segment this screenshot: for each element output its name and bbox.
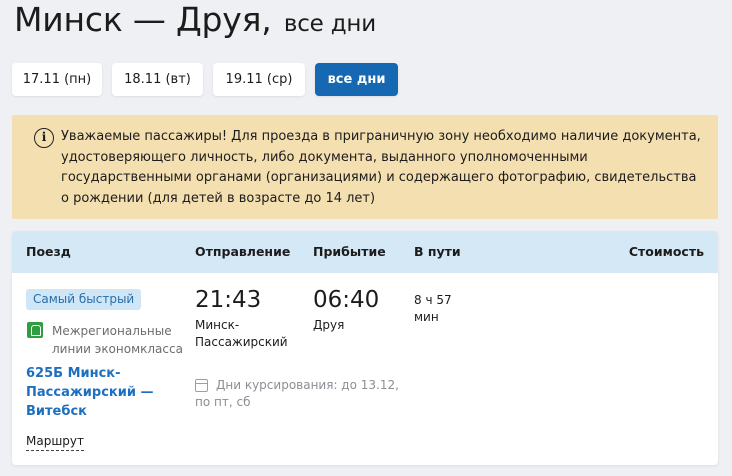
info-icon: i — [34, 128, 54, 148]
day-tabs: 17.11 (пн) 18.11 (вт) 19.11 (ср) все дни — [12, 63, 408, 96]
fastest-badge: Самый быстрый — [26, 289, 142, 310]
day-tab-19-11[interactable]: 19.11 (ср) — [213, 63, 305, 96]
page-title: Минск — Друя, все дни — [14, 0, 376, 44]
table-header: Поезд Отправление Прибытие В пути Стоимо… — [12, 231, 718, 273]
day-tab-17-11[interactable]: 17.11 (пн) — [12, 63, 102, 96]
arrival-station: Друя — [313, 318, 345, 332]
carrier-name: Межрегиональные линии экономкласса — [52, 324, 183, 356]
notice-text: Уважаемые пассажиры! Для проезда в пригр… — [61, 129, 701, 206]
schedule-table: Поезд Отправление Прибытие В пути Стоимо… — [12, 231, 718, 465]
route-link[interactable]: Маршрут — [26, 432, 85, 451]
running-days: Дни курсирования: до 13.12, по пт, сб — [195, 378, 399, 409]
route-title: Минск — Друя, — [14, 0, 272, 39]
arrival-time: 06:40 — [313, 287, 380, 313]
days-subtitle: все дни — [283, 11, 377, 37]
column-duration: В пути — [414, 244, 461, 259]
train-link[interactable]: 625Б Минск-Пассажирский — Витебск — [26, 364, 166, 421]
departure-station: Минск-Пассажирский — [195, 318, 288, 349]
day-tab-all-days[interactable]: все дни — [315, 63, 398, 96]
day-tab-18-11[interactable]: 18.11 (вт) — [112, 63, 203, 96]
departure-time: 21:43 — [195, 287, 262, 313]
column-price: Стоимость — [628, 244, 704, 259]
column-arrival: Прибытие — [313, 244, 386, 259]
train-carrier-icon — [27, 322, 43, 338]
travel-duration: 8 ч 57 мин — [414, 293, 452, 324]
column-departure: Отправление — [195, 244, 291, 259]
border-zone-notice: i Уважаемые пассажиры! Для проезда в при… — [12, 115, 718, 219]
column-train: Поезд — [26, 244, 71, 259]
